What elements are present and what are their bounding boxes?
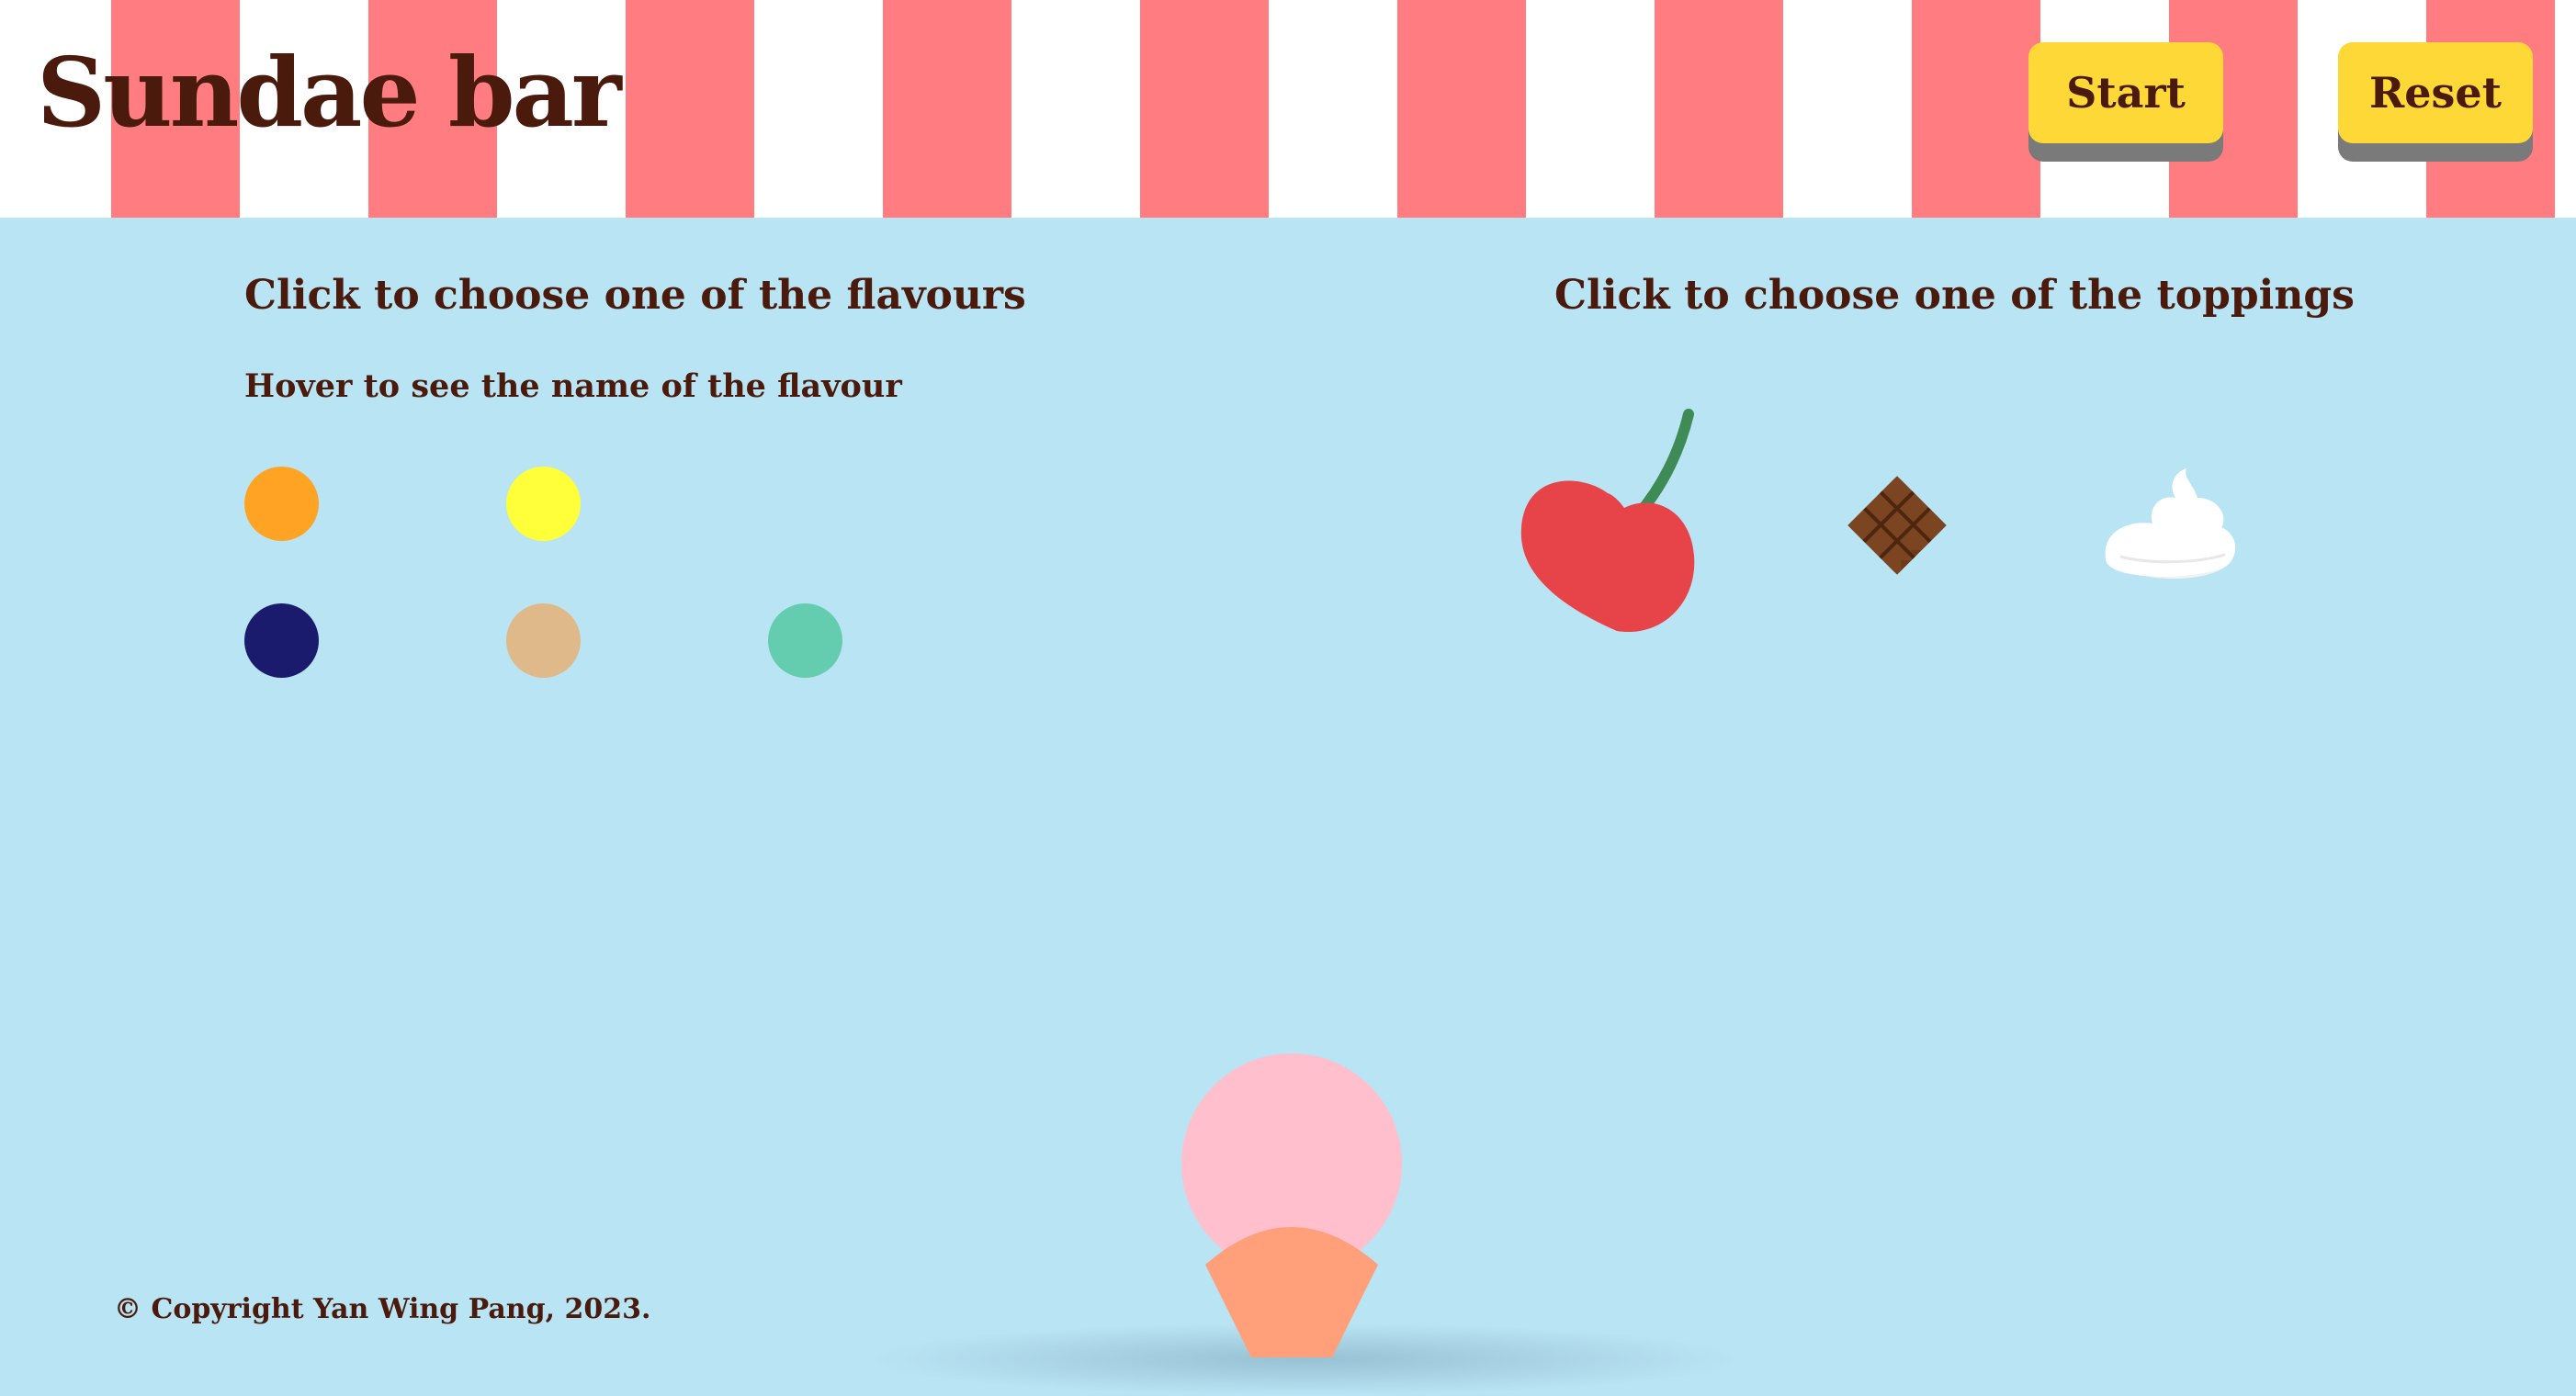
flavour-swatch[interactable] [768, 603, 842, 678]
striped-awning-header: Sundae bar Start Reset [0, 0, 2576, 218]
flavour-swatch[interactable] [506, 467, 581, 541]
flavours-subheading: Hover to see the name of the flavour [244, 367, 902, 405]
footer-copyright: © Copyright Yan Wing Pang, 2023. [114, 1293, 651, 1325]
cherry-icon[interactable] [1516, 409, 1700, 638]
whipped-cream-icon[interactable] [2102, 467, 2240, 580]
sundae-preview [1176, 1047, 1415, 1357]
app-title: Sundae bar [37, 36, 622, 149]
flavours-heading: Click to choose one of the flavours [244, 272, 1026, 319]
reset-button[interactable]: Reset [2338, 42, 2533, 143]
flavour-swatch[interactable] [244, 603, 319, 678]
flavour-swatch[interactable] [506, 603, 581, 678]
ice-cream-cone [1205, 1227, 1378, 1357]
flavour-swatch[interactable] [244, 467, 319, 541]
toppings-heading: Click to choose one of the toppings [1554, 272, 2355, 319]
start-button[interactable]: Start [2028, 42, 2223, 143]
chocolate-icon[interactable] [1842, 472, 1952, 579]
